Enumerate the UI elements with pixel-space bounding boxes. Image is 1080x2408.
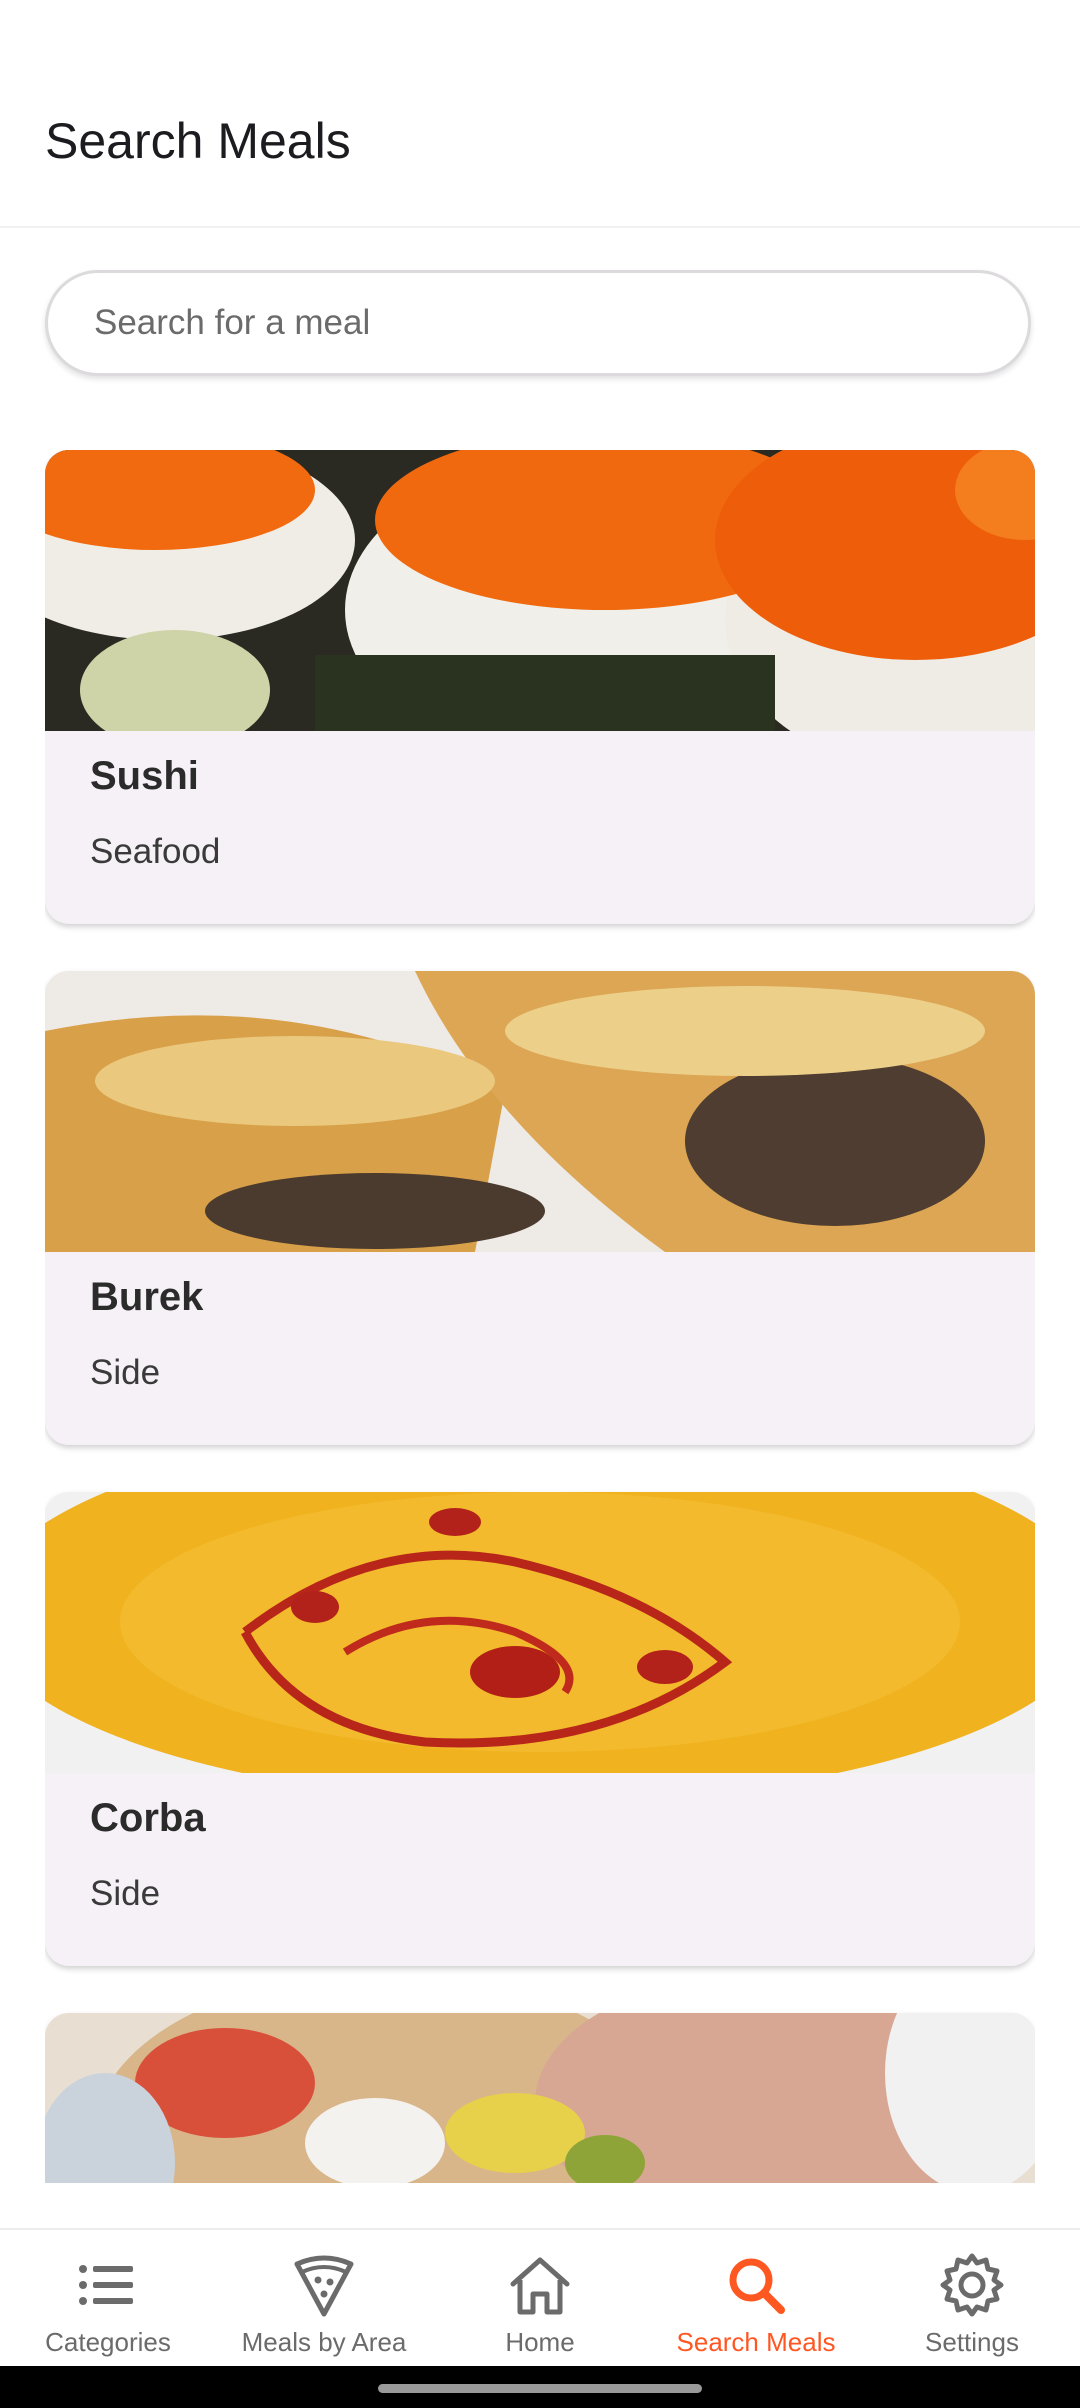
search-input[interactable] [48,273,1028,373]
meal-image [45,1492,1035,1773]
meal-image [45,2013,1035,2183]
meal-category: Seafood [90,832,221,871]
meal-category: Side [90,1353,161,1392]
nav-label: Settings [925,2327,1019,2357]
gear-icon [940,2253,1004,2317]
nav-item-home[interactable]: Home [432,2230,648,2368]
nav-item-meals-by-area[interactable]: Meals by Area [216,2230,432,2368]
home-icon [510,2257,570,2315]
meal-name: Corba [90,1796,206,1840]
meal-list[interactable]: Sushi Seafood Burek Side Corba Side [45,450,1035,2183]
search-icon [729,2258,785,2314]
page-title: Search Meals [45,113,351,169]
meal-card[interactable]: Corba Side [45,1492,1035,1966]
nav-label: Home [505,2327,575,2357]
pizza-slice-icon [294,2255,354,2317]
meal-card[interactable] [45,2013,1035,2183]
meal-card[interactable]: Burek Side [45,971,1035,1445]
meal-image [45,450,1035,731]
bottom-navigation: Categories Meals by Area Home Search Mea… [0,2228,1080,2368]
meal-category: Side [90,1874,161,1913]
list-icon [79,2265,133,2305]
nav-label: Categories [45,2327,171,2357]
nav-item-search-meals[interactable]: Search Meals [648,2230,864,2368]
nav-item-settings[interactable]: Settings [864,2230,1080,2368]
nav-label: Meals by Area [241,2327,407,2357]
home-gesture-handle[interactable] [378,2384,702,2393]
search-bar[interactable] [45,270,1031,376]
meal-name: Burek [90,1275,204,1319]
app-bar: Search Meals [0,0,1080,228]
nav-item-categories[interactable]: Categories [0,2230,216,2368]
meal-image [45,971,1035,1252]
nav-label: Search Meals [676,2327,836,2357]
meal-card[interactable]: Sushi Seafood [45,450,1035,924]
meal-name: Sushi [90,754,199,798]
